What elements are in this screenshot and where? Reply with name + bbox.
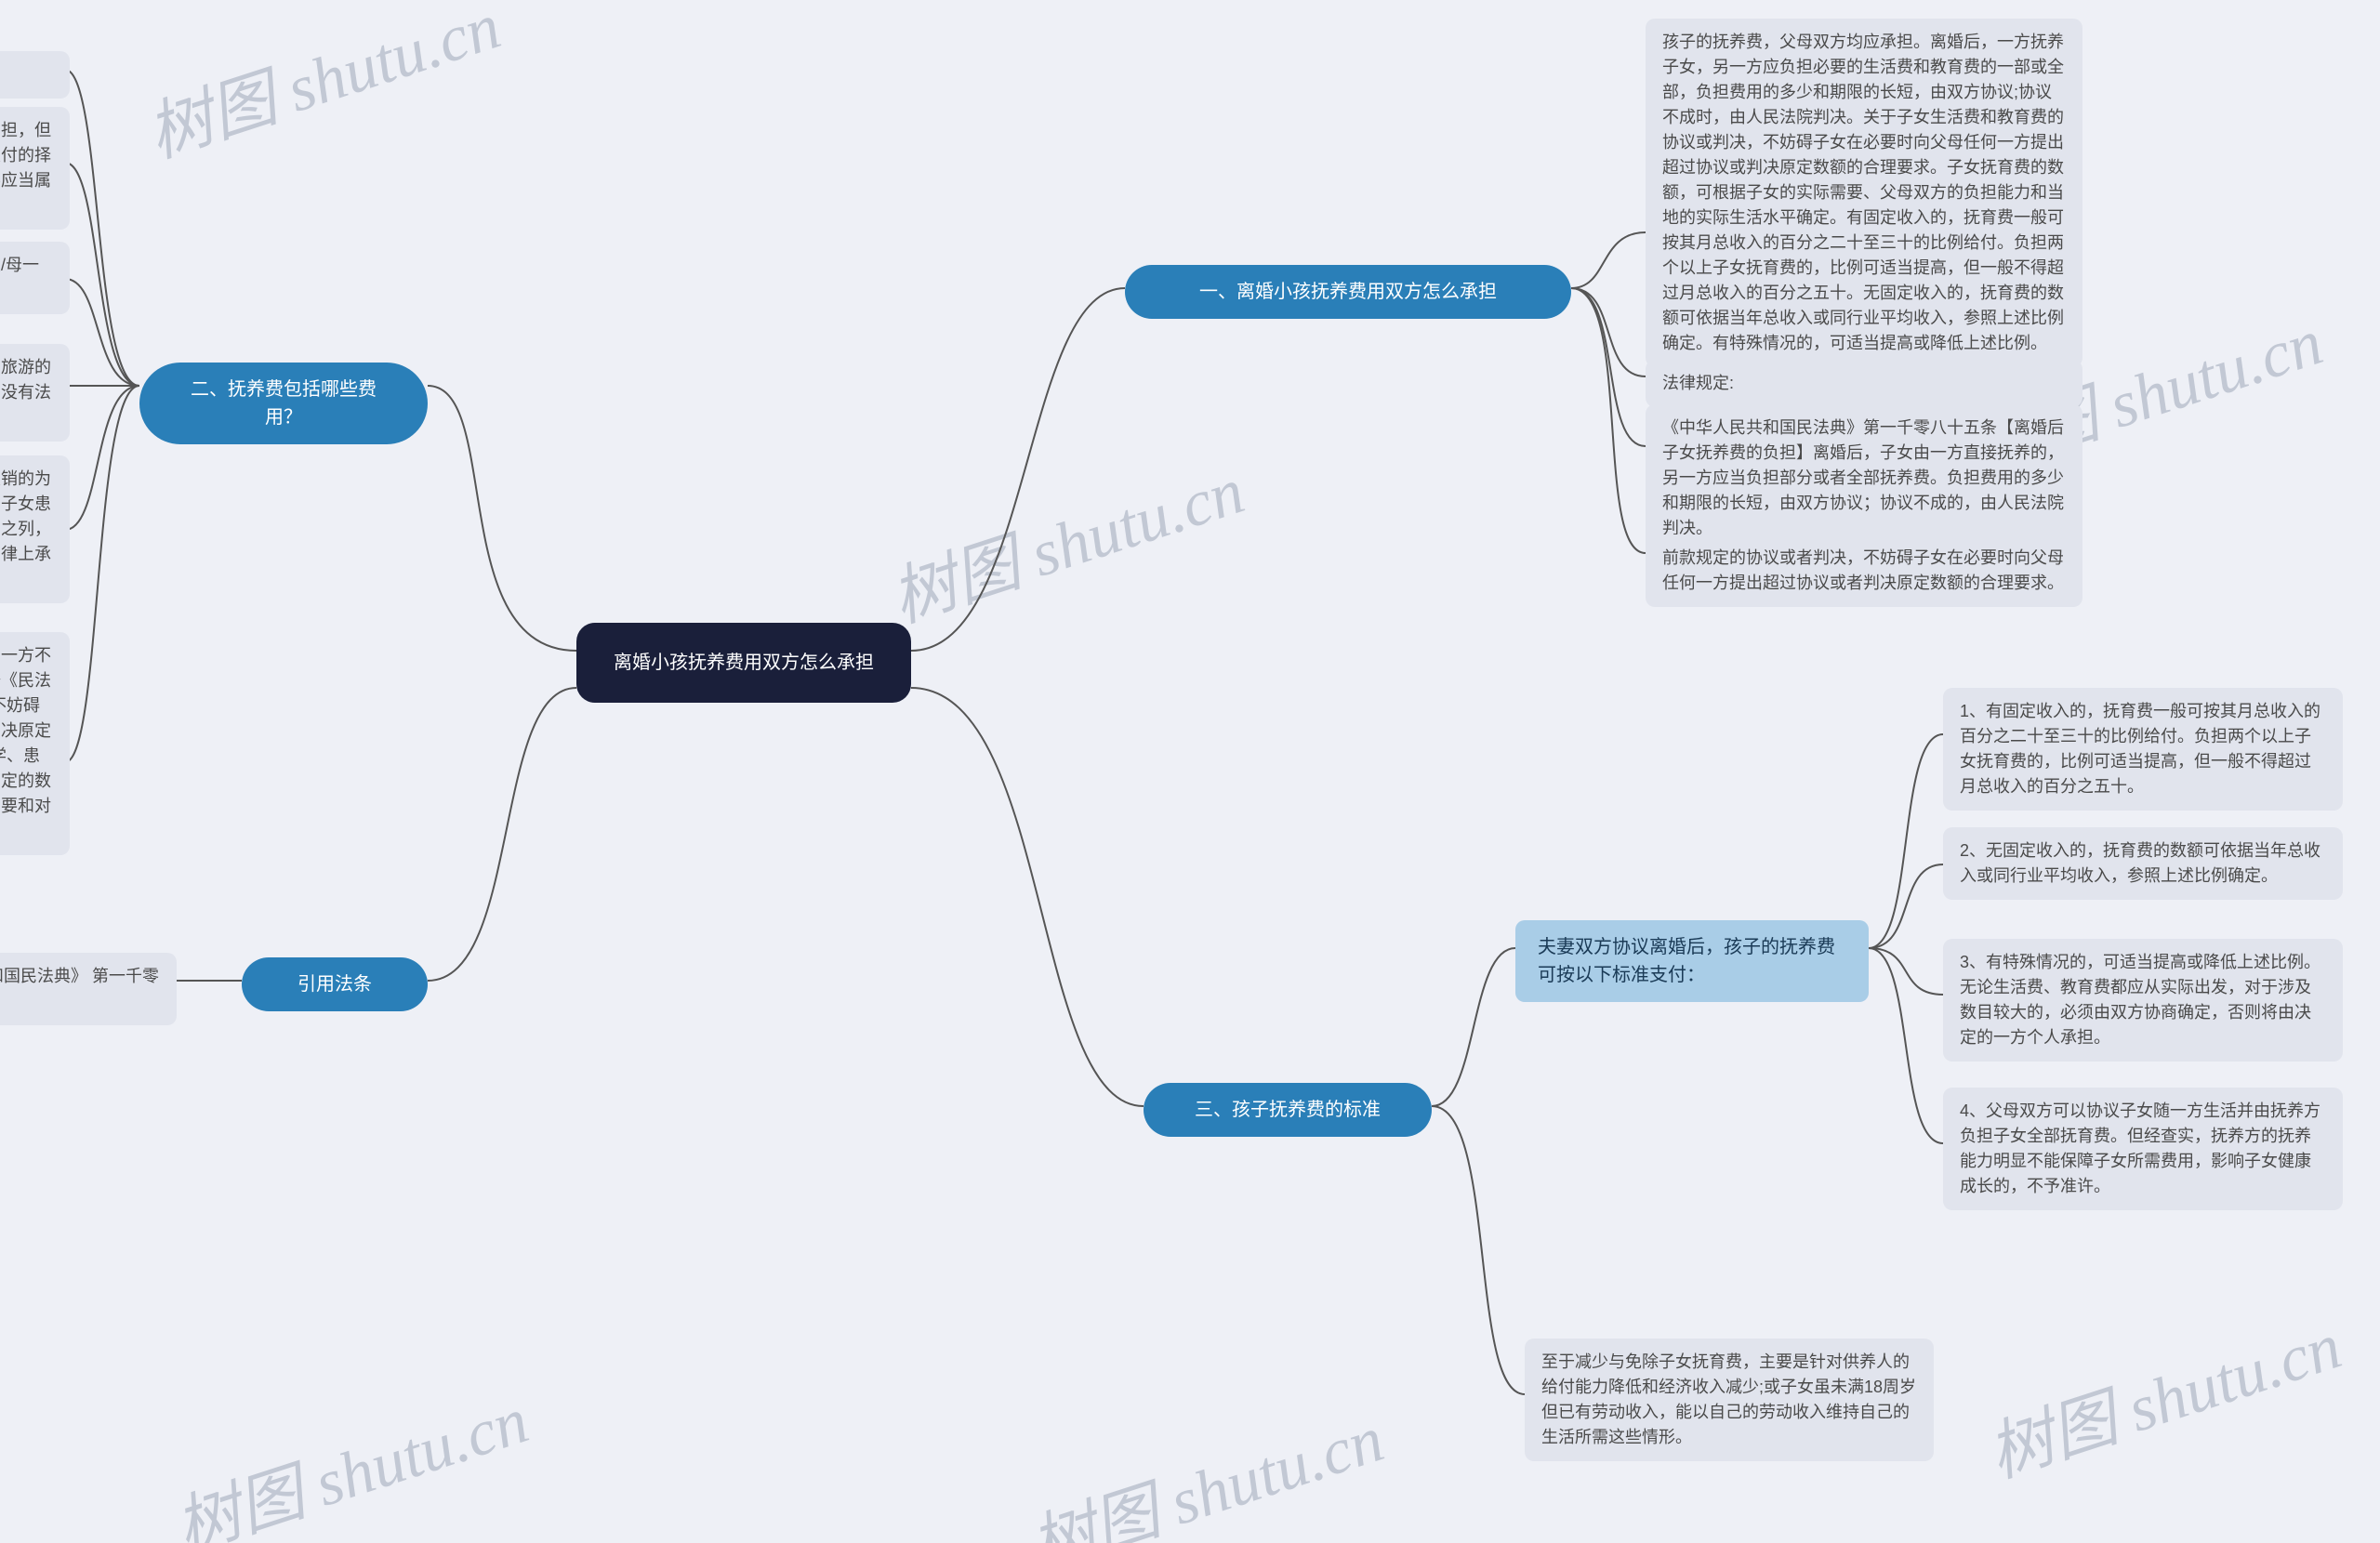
branch-1-leaf-2[interactable]: 法律规定: — [1646, 360, 2082, 407]
branch-2-leaf-1[interactable]: 包括子女生活费、教育费、医疗费等费用。 — [0, 51, 70, 99]
branch-4[interactable]: 引用法条 — [242, 957, 428, 1011]
branch-3-sub-leaf-1[interactable]: 1、有固定收入的，抚育费一般可按其月总收入的百分之二十至三十的比例给付。负担两个… — [1943, 688, 2343, 811]
branch-1[interactable]: 一、离婚小孩抚养费用双方怎么承担 — [1125, 265, 1571, 319]
watermark: 树图 shutu.cn — [1975, 1294, 2351, 1496]
branch-2-leaf-5[interactable]: 子女大病及绝症的医疗费，以社会医疗保险能报销的为限，如子女因患有肾功能衰竭需要换… — [0, 455, 70, 603]
branch-1-leaf-3[interactable]: 《中华人民共和国民法典》第一千零八十五条【离婚后子女抚养费的负担】离婚后，子女由… — [1646, 404, 2082, 552]
branch-3-sub[interactable]: 夫妻双方协议离婚后，孩子的抚养费可按以下标准支付： — [1515, 920, 1869, 1002]
branch-2[interactable]: 二、抚养费包括哪些费用？ — [139, 363, 428, 444]
branch-3-sub-leaf-4[interactable]: 4、父母双方可以协议子女随一方生活并由抚养方负担子女全部抚育费。但经查实，抚养方… — [1943, 1088, 2343, 1210]
branch-3-sub-leaf-3[interactable]: 3、有特殊情况的，可适当提高或降低上述比例。无论生活费、教育费都应从实际出发，对… — [1943, 939, 2343, 1062]
watermark: 树图 shutu.cn — [1017, 1387, 1394, 1543]
watermark: 树图 shutu.cn — [162, 1368, 538, 1543]
branch-3-sub-leaf-2[interactable]: 2、无固定收入的，抚育费的数额可依据当年总收入或同行业平均收入，参照上述比例确定… — [1943, 827, 2343, 900]
watermark: 树图 shutu.cn — [878, 439, 1254, 640]
branch-3[interactable]: 三、孩子抚养费的标准 — [1144, 1083, 1432, 1137]
branch-2-leaf-6[interactable]: 离婚后，未抚养子女的一方已支付了抚养费，另一方不应再要求对方支付教育费、医疗费。… — [0, 632, 70, 855]
branch-3-extra[interactable]: 至于减少与免除子女抚育费，主要是针对供养人的给付能力降低和经济收入减少;或子女虽… — [1525, 1339, 1934, 1461]
branch-1-leaf-1[interactable]: 孩子的抚养费，父母双方均应承担。离婚后，一方抚养子女，另一方应负担必要的生活费和… — [1646, 19, 2082, 367]
root-node[interactable]: 离婚小孩抚养费用双方怎么承担 — [576, 623, 911, 703]
watermark: 树图 shutu.cn — [134, 0, 510, 176]
branch-2-leaf-4[interactable]: 抚养费以必要为限，子女购买电脑手机等、外出旅游的费用、购买商业保险的费用等，该些… — [0, 344, 70, 442]
branch-1-leaf-4[interactable]: 前款规定的协议或者判决，不妨碍子女在必要时向父母任何一方提出超过协议或者判决原定… — [1646, 534, 2082, 607]
branch-2-leaf-3[interactable]: 子女就读未经父母双方全部同意的，不同意的父/母一方可不支付该笔费用，由同意方父/… — [0, 242, 70, 314]
mindmap-canvas: 树图 shutu.cn 树图 shutu.cn 树图 shutu.cn 树图 s… — [0, 0, 2380, 1543]
branch-4-leaf-1[interactable]: [1]《中华人民共和国民法典》 第一千零八十五条 — [0, 953, 177, 1025]
branch-2-leaf-2[interactable]: 尚在校接受高中及以下学历教育的教育费应当负担，但是因为上收费较贵的私立学校，贵族… — [0, 107, 70, 230]
